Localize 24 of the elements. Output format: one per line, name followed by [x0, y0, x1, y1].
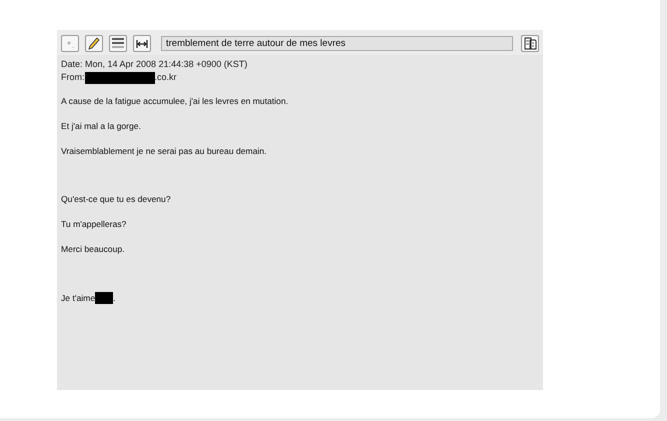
- redaction-bar: [84, 72, 154, 84]
- message-line: Qu'est-ce que tu es devenu?: [61, 194, 172, 204]
- status-button[interactable]: [61, 35, 79, 52]
- width-button[interactable]: [133, 35, 151, 52]
- date-text: Date: Mon, 14 Apr 2008 21:44:38 +0900 (KST): [61, 58, 248, 71]
- from-domain: .co.kr: [154, 71, 177, 84]
- document-icon: [524, 37, 536, 50]
- attachment-button[interactable]: [521, 35, 539, 52]
- message-line: A cause de la fatigue accumulee, j'ai les levres en mutation.: [61, 96, 290, 106]
- subject-field[interactable]: tremblement de terre autour de mes levres: [161, 36, 513, 51]
- pencil-icon: [88, 37, 100, 50]
- message-line: Tu m'appelleras?: [61, 219, 128, 229]
- message-line: Merci beaucoup.: [61, 244, 126, 254]
- text-view-button[interactable]: [109, 35, 127, 52]
- message-line: Et j'ai mal a la gorge.: [61, 121, 142, 131]
- signature-period: .: [113, 293, 116, 303]
- edit-button[interactable]: [85, 35, 103, 52]
- expand-width-icon: [136, 40, 148, 48]
- diamond-icon: [65, 38, 75, 48]
- redaction-bar: [95, 292, 114, 304]
- text-block-icon: [111, 37, 125, 50]
- message-line: Vraisemblablement je ne serai pas au bureau demain.: [61, 146, 268, 156]
- from-label: From:: [61, 71, 84, 84]
- signature-text: Je t'aime: [61, 293, 96, 303]
